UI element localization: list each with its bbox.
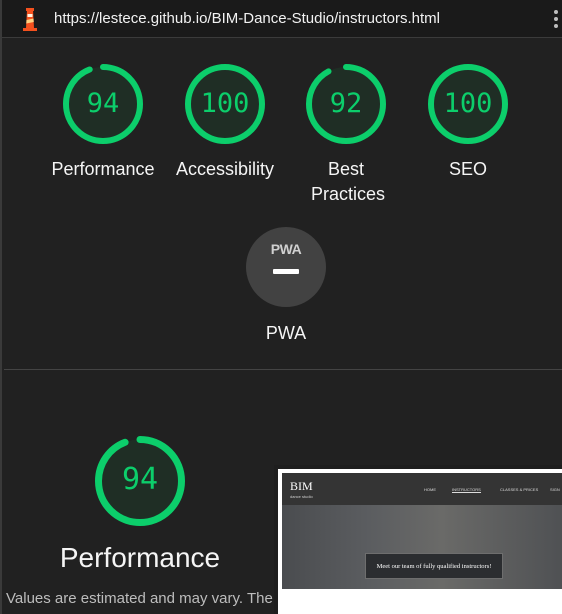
hero-caption: Meet our team of fully qualified instruc… bbox=[365, 553, 503, 579]
nav-home: HOME bbox=[424, 487, 436, 492]
score-seo: 100 bbox=[443, 88, 493, 119]
nav-sign: SIGN bbox=[550, 487, 560, 492]
nav-classes-prices: CLASSES & PRICES bbox=[500, 487, 539, 492]
values-estimated-note: Values are estimated and may vary. The bbox=[6, 590, 273, 607]
lighthouse-report: https://lestece.github.io/BIM-Dance-Stud… bbox=[0, 0, 562, 614]
final-screenshot-thumbnail[interactable]: BIM dance studio HOME INSTRUCTORS CLASSE… bbox=[274, 465, 562, 614]
label-seo: SEO bbox=[448, 159, 487, 179]
performance-score: 94 bbox=[121, 462, 159, 497]
label-best-practices: Best Practices bbox=[311, 159, 386, 204]
pwa-badge-text: PWA bbox=[270, 241, 302, 257]
report-url: https://lestece.github.io/BIM-Dance-Stud… bbox=[54, 10, 441, 27]
pwa-label: PWA bbox=[265, 323, 307, 343]
score-accessibility: 100 bbox=[200, 88, 250, 119]
score-best-practices: 92 bbox=[329, 88, 363, 119]
label-performance: Performance bbox=[51, 159, 155, 179]
site-brand: BIM bbox=[290, 479, 313, 493]
site-brand-sub: dance studio bbox=[290, 494, 313, 499]
section-divider bbox=[4, 369, 562, 370]
label-accessibility: Accessibility bbox=[175, 159, 275, 179]
pwa-not-applicable-dash-icon bbox=[273, 269, 299, 274]
kebab-menu-icon[interactable] bbox=[552, 10, 560, 30]
nav-instructors: INSTRUCTORS bbox=[452, 487, 481, 493]
site-navbar: BIM dance studio HOME INSTRUCTORS CLASSE… bbox=[282, 473, 562, 505]
url-bar: https://lestece.github.io/BIM-Dance-Stud… bbox=[2, 0, 562, 38]
pwa-badge[interactable]: PWA bbox=[246, 227, 326, 307]
score-performance: 94 bbox=[86, 88, 120, 119]
performance-heading: Performance bbox=[59, 542, 221, 573]
screenshot-image: BIM dance studio HOME INSTRUCTORS CLASSE… bbox=[282, 473, 562, 589]
lighthouse-icon bbox=[23, 8, 37, 31]
